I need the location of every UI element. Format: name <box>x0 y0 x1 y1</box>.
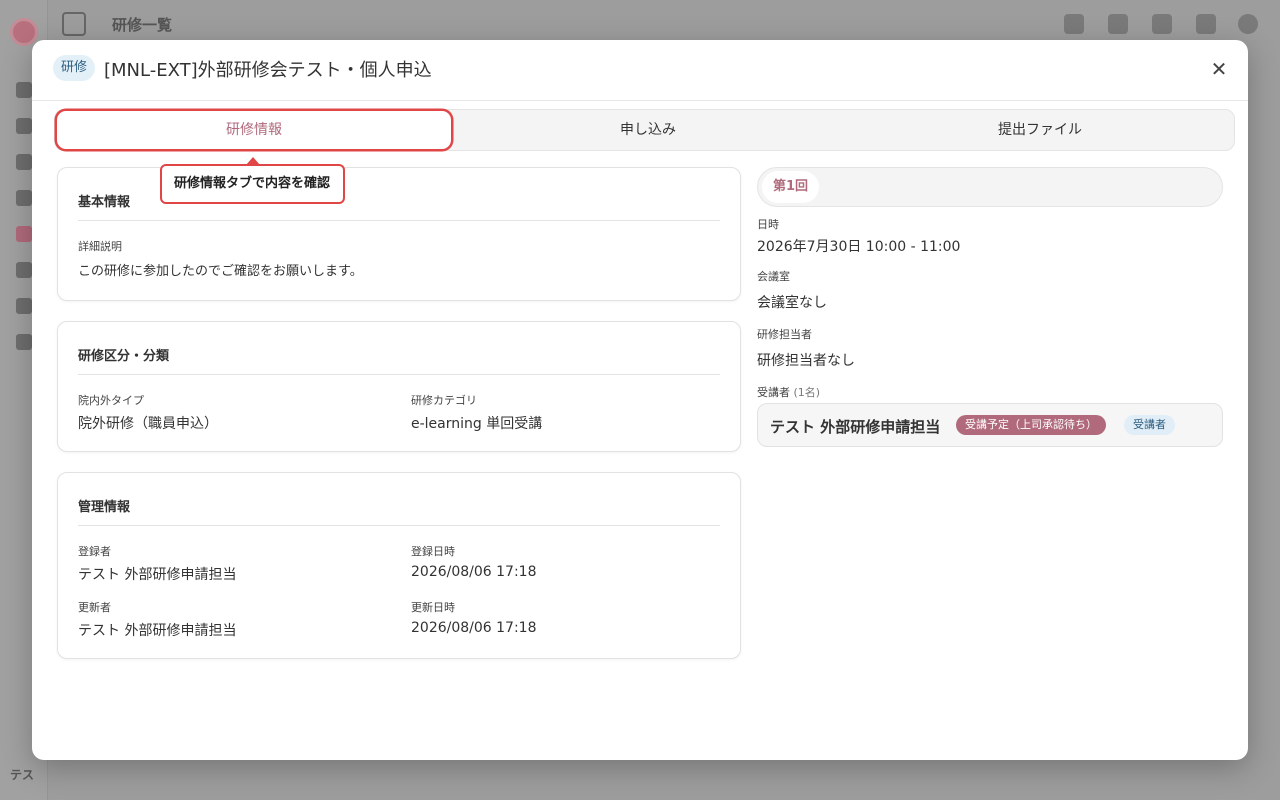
divider <box>78 374 720 375</box>
classification-card: 研修区分・分類 院内外タイプ 院外研修（職員申込） 研修カテゴリ e-learn… <box>57 321 741 452</box>
calendar-icon <box>1108 14 1128 34</box>
tab-training-info[interactable]: 研修情報 <box>57 111 451 149</box>
divider <box>78 220 720 221</box>
creator-value: テスト 外部研修申請担当 <box>78 567 237 583</box>
tab-session-1[interactable]: 第1回 <box>762 171 819 203</box>
sidebar-user: テス <box>10 768 35 782</box>
training-detail-modal: 研修 [MNL-EXT]外部研修会テスト・個人申込 ✕ 研修情報 申し込み 提出… <box>32 40 1248 760</box>
sidebar-icon <box>16 226 32 242</box>
sidebar-icon <box>16 154 32 170</box>
close-icon[interactable]: ✕ <box>1208 58 1230 80</box>
attendees-label-text: 受講者 <box>757 386 790 399</box>
category-value: e-learning 単回受講 <box>411 416 543 432</box>
attendee-row[interactable]: テスト 外部研修申請担当 受講予定（上司承認待ち） 受講者 <box>757 403 1223 447</box>
tab-submitted-files[interactable]: 提出ファイル <box>845 110 1235 150</box>
room-label: 会議室 <box>757 270 790 283</box>
tab-application[interactable]: 申し込み <box>451 110 845 150</box>
tab-bar: 研修情報 申し込み 提出ファイル <box>54 109 1235 151</box>
card-title: 基本情報 <box>78 195 131 210</box>
type-badge: 研修 <box>53 55 96 81</box>
message-icon <box>1196 14 1216 34</box>
card-title: 管理情報 <box>78 500 131 515</box>
modal-title: [MNL-EXT]外部研修会テスト・個人申込 <box>104 60 432 81</box>
modal-header: 研修 [MNL-EXT]外部研修会テスト・個人申込 ✕ <box>32 40 1248 101</box>
session-tab-bar: 第1回 <box>757 167 1223 207</box>
datetime-label: 日時 <box>757 218 779 231</box>
category-label: 研修カテゴリ <box>411 394 477 407</box>
sidebar-toggle-icon <box>62 12 86 36</box>
user-avatar-icon <box>1238 14 1258 34</box>
updated-at-value: 2026/08/06 17:18 <box>411 620 537 636</box>
role-badge: 受講者 <box>1124 415 1175 435</box>
updated-at-label: 更新日時 <box>411 601 455 614</box>
datetime-value: 2026年7月30日 10:00 - 11:00 <box>757 239 961 255</box>
chat-icon <box>1064 14 1084 34</box>
description-value: この研修に参加したのでご確認をお願いします。 <box>78 264 363 279</box>
status-badge: 受講予定（上司承認待ち） <box>956 415 1106 435</box>
background-page-title: 研修一覧 <box>112 16 173 34</box>
type-label: 院内外タイプ <box>78 394 144 407</box>
description-label: 詳細説明 <box>78 240 122 253</box>
created-at-label: 登録日時 <box>411 545 455 558</box>
attendee-name: テスト 外部研修申請担当 <box>770 418 941 436</box>
created-at-value: 2026/08/06 17:18 <box>411 564 537 580</box>
updater-label: 更新者 <box>78 601 111 614</box>
annotation-callout: 研修情報タブで内容を確認 <box>160 164 345 204</box>
card-title: 研修区分・分類 <box>78 349 170 364</box>
divider <box>78 525 720 526</box>
attendees-count: (1名) <box>793 386 821 399</box>
creator-label: 登録者 <box>78 545 111 558</box>
attendees-label: 受講者 (1名) <box>757 384 820 400</box>
manager-value: 研修担当者なし <box>757 353 855 369</box>
bell-icon <box>1152 14 1172 34</box>
sidebar-icon <box>16 118 32 134</box>
management-card: 管理情報 登録者 テスト 外部研修申請担当 登録日時 2026/08/06 17… <box>57 472 741 659</box>
sidebar-icon <box>16 262 32 278</box>
manager-label: 研修担当者 <box>757 328 812 341</box>
type-value: 院外研修（職員申込） <box>78 416 218 432</box>
sidebar-icon <box>16 82 32 98</box>
room-value: 会議室なし <box>757 295 827 311</box>
sidebar-icon <box>16 298 32 314</box>
sidebar-icon <box>16 334 32 350</box>
sidebar-icon <box>16 190 32 206</box>
updater-value: テスト 外部研修申請担当 <box>78 623 237 639</box>
